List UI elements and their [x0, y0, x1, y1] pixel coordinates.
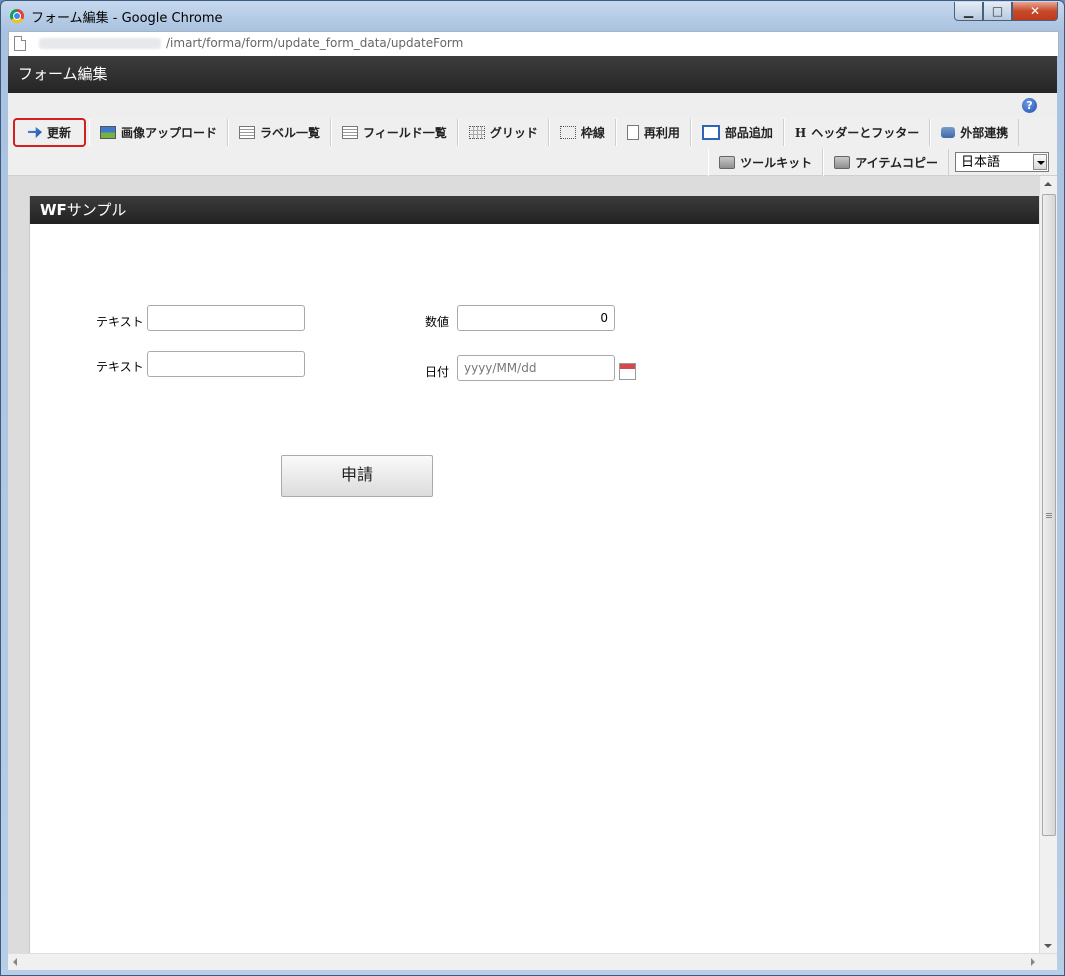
list-icon	[239, 126, 256, 139]
toolbar-row-2: ツールキット アイテムコピー 日本語	[708, 149, 1049, 176]
language-select[interactable]: 日本語	[955, 152, 1049, 172]
add-part-icon	[701, 125, 720, 140]
form-panel: WFサンプル テキスト テキスト 数値 0 日付 yyyy/MM/dd 申請	[29, 196, 1040, 956]
label-list-button[interactable]: ラベル一覧	[228, 119, 332, 146]
window-title: フォーム編集 - Google Chrome	[31, 11, 223, 26]
maximize-button[interactable]: □	[983, 2, 1012, 21]
date-input[interactable]: yyyy/MM/dd	[457, 355, 615, 381]
item-copy-button[interactable]: アイテムコピー	[823, 149, 949, 176]
minimize-button[interactable]: ▁	[954, 2, 983, 21]
grid-button[interactable]: グリッド	[457, 119, 549, 146]
image-upload-button-label: 画像アップロード	[121, 126, 218, 140]
toolbar-row-1: 更新 画像アップロード ラベル一覧 フィールド一覧 グリッド 枠線 再利用 部品…	[12, 118, 1020, 147]
language-value: 日本語	[961, 155, 1001, 170]
page-icon	[14, 36, 26, 51]
toolkit-icon	[834, 156, 851, 169]
date-label: 日付	[425, 365, 450, 379]
reuse-button-label: 再利用	[643, 126, 680, 140]
scroll-left-icon[interactable]	[13, 958, 17, 966]
image-upload-icon	[100, 126, 117, 139]
submit-button[interactable]: 申請	[281, 455, 433, 497]
grid-button-label: グリッド	[489, 126, 538, 140]
chevron-down-icon[interactable]	[1033, 154, 1047, 170]
header-footer-button[interactable]: H ヘッダーとフッター	[783, 119, 931, 146]
toolkit-button[interactable]: ツールキット	[708, 149, 824, 176]
vertical-scrollbar[interactable]	[1039, 176, 1057, 954]
scroll-right-icon[interactable]	[1031, 958, 1035, 966]
address-bar[interactable]: /imart/forma/form/update_form_data/updat…	[8, 31, 1059, 57]
toolkit-icon	[719, 156, 736, 169]
chrome-logo-icon	[10, 9, 24, 23]
item-copy-button-label: アイテムコピー	[855, 156, 938, 170]
text1-input[interactable]	[147, 305, 305, 331]
text2-input[interactable]	[147, 351, 305, 377]
text2-label: テキスト	[96, 360, 144, 374]
scroll-thumb[interactable]	[1042, 194, 1056, 836]
app-viewport: フォーム編集 ? 更新 画像アップロード ラベル一覧 フィールド一覧 グリッド …	[8, 56, 1057, 970]
help-bar: ?	[8, 93, 1057, 117]
url-path[interactable]: /imart/forma/form/update_form_data/updat…	[166, 36, 463, 50]
scroll-down-icon[interactable]	[1044, 944, 1052, 948]
update-button-label: 更新	[47, 126, 72, 140]
number-label: 数値	[425, 315, 450, 329]
form-title-bold: WF	[40, 201, 67, 219]
header-footer-button-label: ヘッダーとフッター	[811, 126, 920, 140]
field-list-button-label: フィールド一覧	[363, 126, 447, 140]
calendar-icon[interactable]	[619, 363, 636, 380]
grip-icon	[1046, 513, 1052, 514]
url-host-redacted	[39, 38, 161, 49]
text1-label: テキスト	[96, 315, 144, 329]
add-part-button-label: 部品追加	[724, 126, 773, 140]
header-footer-icon: H	[794, 125, 807, 140]
border-button-label: 枠線	[580, 126, 605, 140]
title-bar: フォーム編集 - Google Chrome ▁ □ ✕	[1, 1, 1064, 31]
external-link-icon	[941, 127, 956, 138]
form-title-rest: サンプル	[66, 201, 127, 219]
horizontal-scrollbar[interactable]	[8, 953, 1057, 970]
window-controls: ▁ □ ✕	[954, 2, 1058, 21]
external-link-button-label: 外部連携	[960, 126, 1009, 140]
scroll-up-icon[interactable]	[1044, 182, 1052, 186]
form-canvas: WFサンプル テキスト テキスト 数値 0 日付 yyyy/MM/dd 申請	[8, 176, 1057, 970]
help-icon[interactable]: ?	[1022, 98, 1037, 113]
number-input[interactable]: 0	[457, 305, 615, 331]
image-upload-button[interactable]: 画像アップロード	[89, 119, 229, 146]
field-list-button[interactable]: フィールド一覧	[331, 119, 458, 146]
toolbar: 更新 画像アップロード ラベル一覧 フィールド一覧 グリッド 枠線 再利用 部品…	[8, 117, 1057, 176]
label-list-button-label: ラベル一覧	[260, 126, 321, 140]
close-button[interactable]: ✕	[1012, 2, 1058, 21]
add-part-button[interactable]: 部品追加	[690, 119, 784, 146]
border-button[interactable]: 枠線	[548, 119, 616, 146]
app-title: フォーム編集	[8, 56, 1057, 93]
list-icon	[342, 126, 359, 139]
grid-icon	[468, 126, 485, 139]
update-button[interactable]: 更新	[12, 118, 87, 147]
update-icon	[28, 127, 42, 138]
reuse-icon	[626, 125, 639, 140]
border-icon	[559, 126, 576, 139]
toolkit-button-label: ツールキット	[740, 156, 813, 170]
browser-window: フォーム編集 - Google Chrome ▁ □ ✕ /imart/form…	[0, 0, 1065, 976]
form-title: WFサンプル	[30, 196, 1040, 224]
external-link-button[interactable]: 外部連携	[930, 119, 1020, 146]
reuse-button[interactable]: 再利用	[615, 119, 691, 146]
